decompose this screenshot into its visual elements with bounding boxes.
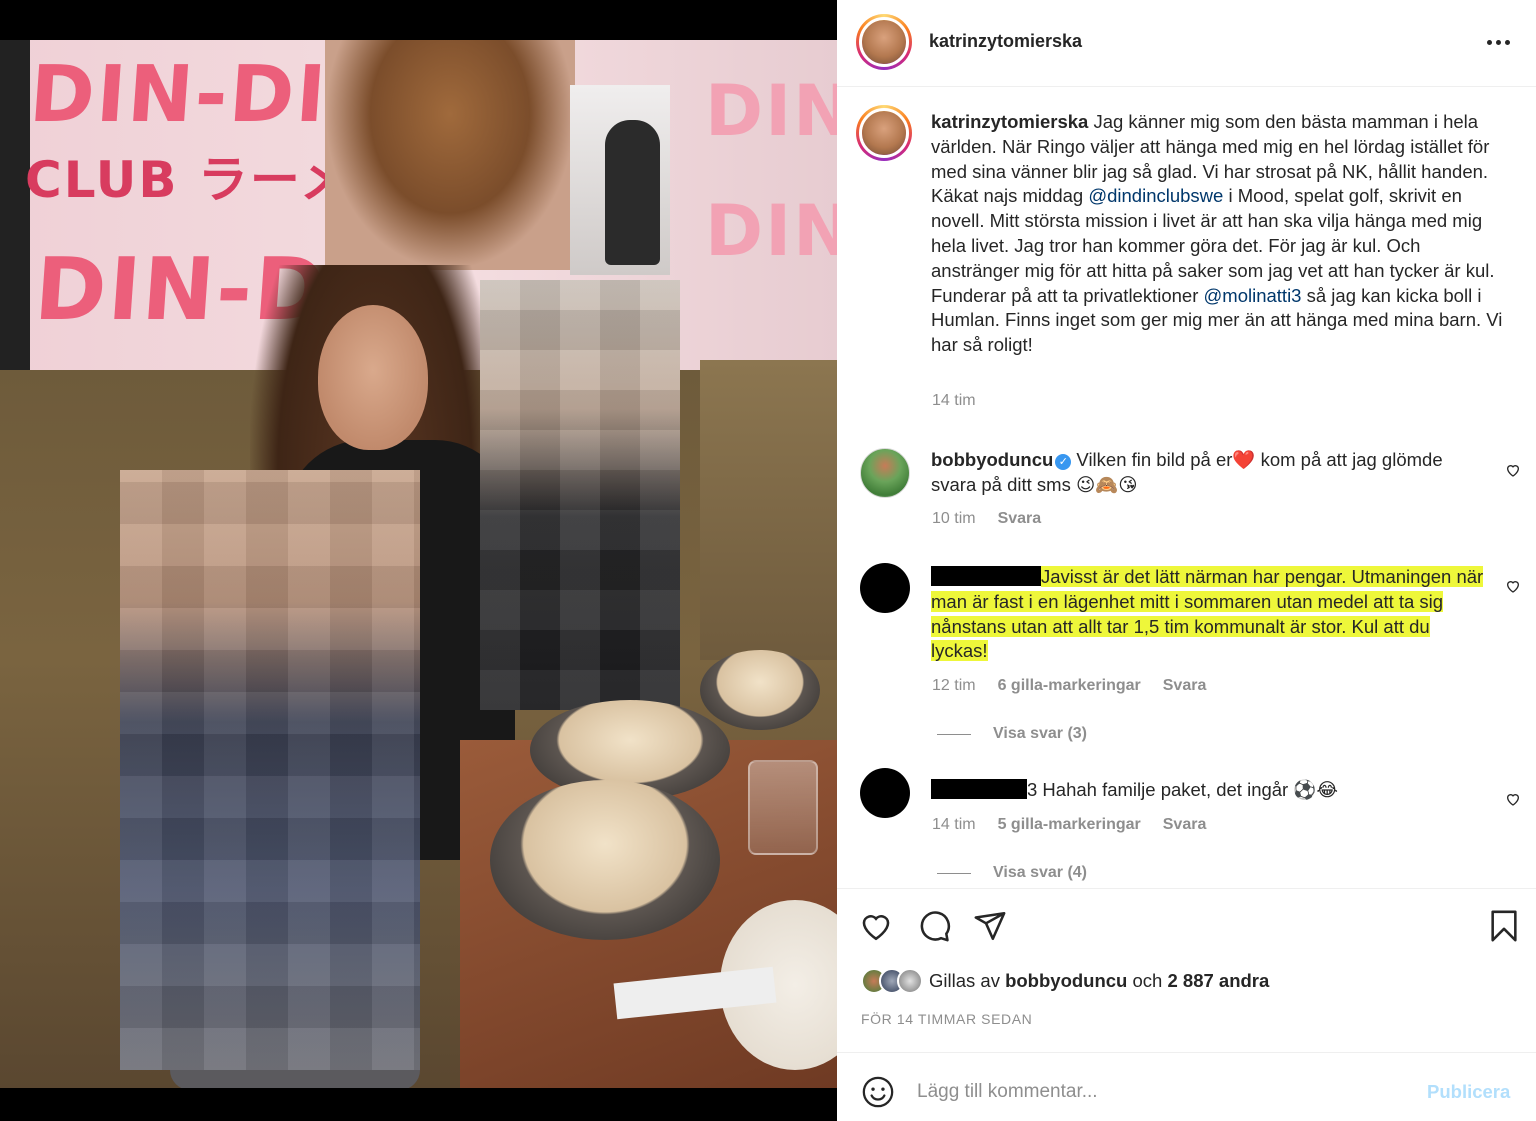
verified-icon: ✓ <box>1055 454 1072 470</box>
bookmark-icon[interactable] <box>1487 909 1521 943</box>
likes-others[interactable]: 2 887 andra <box>1167 970 1269 991</box>
post-photo-panel: DIN-DIN CLUB ラーメンスープ DIN-DIN DIN- DIN- <box>0 0 837 1121</box>
comment-username-visible: 3 <box>1027 779 1038 800</box>
likes-prefix: Gillas av <box>929 970 1006 991</box>
poster-text: DIN- <box>705 190 837 272</box>
comment-text: bobbyoduncu ✓ Vilken fin bild på er❤️ kom… <box>931 448 1491 498</box>
poster-text: DIN- <box>705 70 837 152</box>
post-photo[interactable]: DIN-DIN CLUB ラーメンスープ DIN-DIN DIN- DIN- <box>0 40 837 1088</box>
heart-icon[interactable] <box>859 909 893 943</box>
mention-link[interactable]: @dindinclubswe <box>1088 185 1223 206</box>
comment-likes[interactable]: 6 gilla-markeringar <box>998 677 1141 695</box>
avatar[interactable] <box>860 768 910 818</box>
comment-likes[interactable]: 5 gilla-markeringar <box>998 816 1141 834</box>
mention-link[interactable]: @molinatti3 <box>1204 285 1302 306</box>
pixelated-person-right <box>480 280 680 710</box>
caption-text: katrinzytomierska Jag känner mig som den… <box>931 110 1511 358</box>
post-timestamp[interactable]: FÖR 14 TIMMAR SEDAN <box>861 1011 1032 1027</box>
comment-meta: 10 tim Svara <box>932 510 1041 528</box>
person-face <box>318 305 428 450</box>
comment-icon[interactable] <box>917 909 951 943</box>
comment-body: Hahah familje paket, det ingår ⚽😂 <box>1037 779 1339 800</box>
wrestler-poster-figure <box>325 40 575 270</box>
small-heart-icon[interactable] <box>1505 578 1521 594</box>
add-comment-bar: Publicera <box>837 1052 1536 1121</box>
view-replies-label: Visa svar (4) <box>993 864 1087 881</box>
likes-text: Gillas av bobbyoduncu och 2 887 andra <box>929 970 1269 992</box>
publish-button[interactable]: Publicera <box>1427 1081 1510 1103</box>
header-username[interactable]: katrinzytomierska <box>929 31 1082 52</box>
divider-line <box>937 733 971 735</box>
avatar <box>897 968 923 994</box>
comment-time: 10 tim <box>932 510 976 527</box>
comment-username[interactable]: bobbyoduncu <box>931 449 1053 470</box>
divider-line <box>937 872 971 874</box>
bowl <box>490 780 720 940</box>
booth-back <box>700 360 837 660</box>
view-replies-label: Visa svar (3) <box>993 725 1087 742</box>
reply-button[interactable]: Svara <box>1163 816 1207 834</box>
redacted-username <box>931 566 1041 586</box>
pixelated-child <box>120 470 420 1070</box>
likes-middle: och <box>1127 970 1168 991</box>
avatar[interactable] <box>860 448 910 498</box>
comment-text: 3 Hahah familje paket, det ingår ⚽😂 <box>931 778 1491 803</box>
comment-time: 14 tim <box>932 816 976 833</box>
view-replies-button[interactable]: Visa svar (3) <box>937 725 1087 743</box>
likes-summary: Gillas av bobbyoduncu och 2 887 andra <box>861 968 1269 994</box>
share-icon[interactable] <box>973 909 1007 943</box>
emoji-icon[interactable] <box>861 1075 895 1109</box>
caption-username[interactable]: katrinzytomierska <box>931 111 1088 132</box>
comment-text: Javisst är det lätt närman har pengar. U… <box>931 565 1491 664</box>
avatar[interactable] <box>856 14 912 70</box>
bw-poster-figure <box>605 120 660 265</box>
small-heart-icon[interactable] <box>1505 791 1521 807</box>
redacted-username <box>931 779 1027 799</box>
bowl <box>700 650 820 730</box>
action-bar <box>837 888 1536 968</box>
view-replies-button[interactable]: Visa svar (4) <box>937 864 1087 882</box>
avatar[interactable] <box>860 563 910 613</box>
likes-user[interactable]: bobbyoduncu <box>1005 970 1127 991</box>
comment-meta: 14 tim 5 gilla-markeringar Svara <box>932 816 1206 834</box>
comment-meta: 12 tim 6 gilla-markeringar Svara <box>932 677 1206 695</box>
more-icon[interactable] <box>1487 40 1517 46</box>
avatar[interactable] <box>856 105 912 161</box>
water-glass <box>748 760 818 855</box>
small-heart-icon[interactable] <box>1505 462 1521 478</box>
reply-button[interactable]: Svara <box>1163 677 1207 695</box>
post-sidebar: katrinzytomierska katrinzytomierska Jag … <box>837 0 1536 1121</box>
reply-button[interactable]: Svara <box>998 510 1042 528</box>
comment-input[interactable] <box>917 1077 1397 1107</box>
comment-time: 12 tim <box>932 677 976 694</box>
caption-time: 14 tim <box>932 392 976 409</box>
post-header: katrinzytomierska <box>837 0 1536 87</box>
